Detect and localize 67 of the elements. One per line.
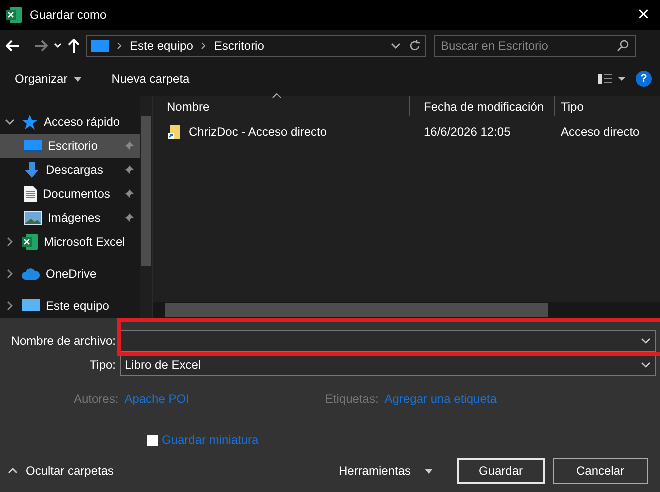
breadcrumb[interactable]: Este equipo bbox=[130, 39, 194, 53]
sidebar-item[interactable]: Microsoft Excel bbox=[0, 230, 140, 254]
image-icon bbox=[24, 211, 42, 225]
chevron-down-icon[interactable] bbox=[4, 119, 16, 125]
chevron-down-icon bbox=[641, 362, 651, 368]
sidebar-item[interactable]: Imágenes bbox=[0, 206, 140, 230]
document-icon bbox=[24, 186, 37, 202]
close-button[interactable]: ✕ bbox=[633, 5, 654, 25]
column-header[interactable]: Tipo bbox=[555, 96, 660, 116]
pin-icon bbox=[124, 165, 134, 175]
file-type-dropdown[interactable]: Libro de Excel bbox=[120, 354, 656, 376]
address-bar[interactable]: Este equipo Escritorio bbox=[86, 35, 426, 57]
sidebar-item[interactable]: Descargas bbox=[0, 158, 140, 182]
filename-field[interactable] bbox=[120, 330, 656, 352]
caret-down-icon bbox=[74, 76, 82, 82]
back-icon[interactable] bbox=[6, 40, 20, 52]
desktop-icon bbox=[24, 139, 42, 153]
view-options-icon[interactable] bbox=[598, 74, 626, 84]
column-header[interactable]: Nombre bbox=[153, 96, 410, 116]
chevron-up-icon bbox=[8, 468, 18, 474]
sidebar-item[interactable]: Este equipo bbox=[0, 294, 140, 318]
pin-icon bbox=[124, 141, 134, 151]
save-button[interactable]: Guardar bbox=[457, 458, 545, 484]
column-header[interactable]: Fecha de modificación bbox=[410, 96, 555, 116]
organize-menu[interactable]: Organizar bbox=[15, 72, 82, 86]
forward-icon[interactable] bbox=[34, 40, 48, 52]
checkbox[interactable] bbox=[147, 434, 158, 446]
help-button[interactable]: ? bbox=[636, 71, 652, 87]
field-label: Nombre de archivo: bbox=[10, 334, 116, 348]
chevron-down-icon[interactable] bbox=[391, 43, 401, 49]
desktop-icon bbox=[91, 40, 109, 52]
spreadsheet-icon bbox=[22, 234, 38, 250]
chevron-right-icon[interactable] bbox=[117, 42, 122, 50]
search-icon bbox=[617, 40, 629, 52]
sidebar-item[interactable]: Documentos bbox=[0, 182, 140, 206]
star-icon bbox=[22, 114, 38, 130]
scrollbar[interactable] bbox=[141, 116, 151, 266]
scrollbar[interactable] bbox=[165, 303, 548, 317]
field-label: Autores: bbox=[74, 392, 119, 406]
sidebar-item[interactable]: OneDrive bbox=[0, 262, 140, 286]
file-name[interactable]: ChrizDoc - Acceso directo bbox=[189, 125, 328, 139]
sidebar-item[interactable]: Acceso rápido bbox=[0, 110, 140, 134]
pin-icon bbox=[124, 213, 134, 223]
breadcrumb[interactable]: Escritorio bbox=[214, 39, 264, 53]
sidebar-item[interactable]: Escritorio bbox=[0, 134, 140, 158]
field-label: Etiquetas: bbox=[325, 392, 379, 406]
monitor-icon bbox=[22, 299, 40, 313]
spreadsheet-icon bbox=[6, 7, 22, 23]
table-cell-text: Acceso directo bbox=[560, 125, 641, 139]
download-icon bbox=[24, 162, 40, 178]
cloud-icon bbox=[22, 268, 40, 280]
chevron-down-icon[interactable] bbox=[641, 338, 651, 344]
chevron-right-icon[interactable] bbox=[201, 42, 206, 50]
sort-caret-icon bbox=[272, 93, 282, 98]
search-field[interactable]: Buscar en Escritorio bbox=[434, 35, 636, 57]
caret-down-icon bbox=[425, 468, 433, 474]
pin-icon bbox=[124, 189, 134, 199]
new-folder-button[interactable]: Nueva carpeta bbox=[112, 72, 190, 86]
hide-folders-button[interactable]: Ocultar carpetas bbox=[8, 464, 114, 478]
field-label: Tipo: bbox=[88, 358, 116, 372]
window-title: Guardar como bbox=[30, 8, 108, 22]
refresh-icon[interactable] bbox=[409, 40, 421, 52]
table-cell-text: 16/6/2026 12:05 bbox=[423, 125, 512, 139]
up-arrow-icon[interactable] bbox=[68, 39, 80, 53]
cancel-button[interactable]: Cancelar bbox=[553, 458, 648, 484]
tools-menu[interactable]: Herramientas bbox=[338, 464, 433, 478]
folder-shortcut-icon bbox=[167, 124, 183, 140]
